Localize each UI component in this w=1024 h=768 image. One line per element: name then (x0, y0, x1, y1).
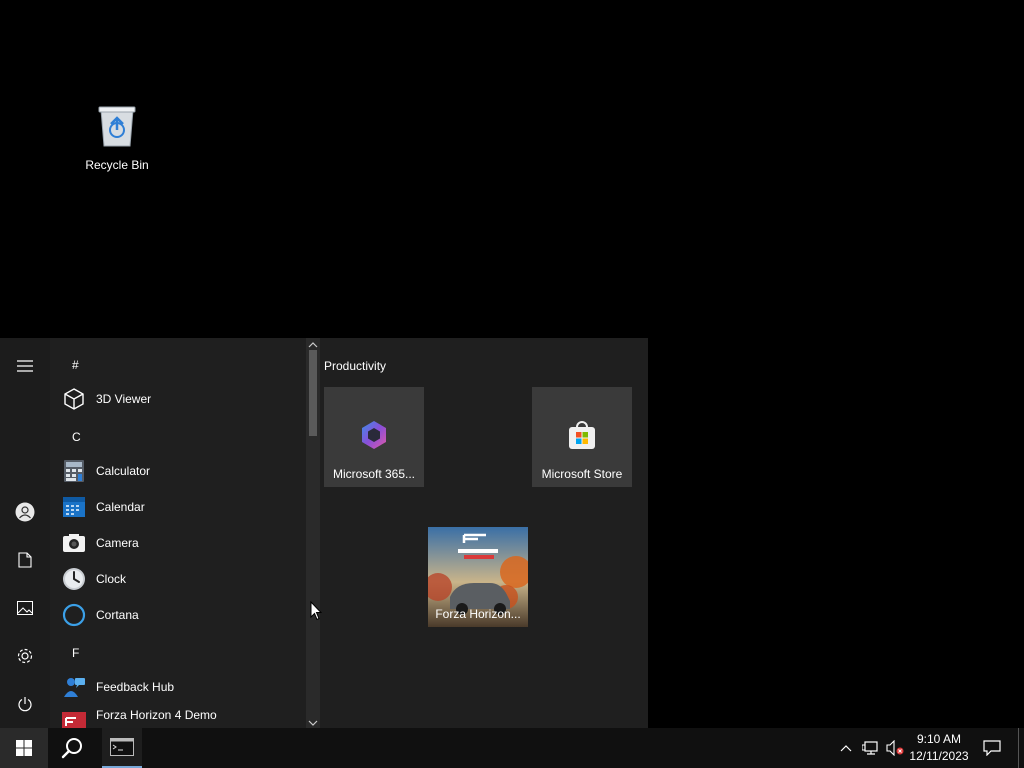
desktop-icon-recycle-bin[interactable]: Recycle Bin (80, 104, 154, 172)
app-name: Camera (96, 536, 139, 550)
hamburger-menu-icon (17, 360, 33, 372)
recycle-bin-icon (97, 104, 137, 148)
letter-header-f[interactable]: F (72, 643, 79, 663)
power-icon (18, 697, 32, 712)
app-list: # 3D Viewer C Calculator Calendar Camera… (50, 338, 306, 728)
search-button[interactable] (48, 728, 96, 768)
app-forza-horizon-4-demo[interactable]: Forza Horizon 4 Demo (62, 706, 302, 728)
power-button[interactable] (0, 684, 50, 724)
taskbar: 9:10 AM 12/11/2023 (0, 728, 1024, 768)
feedback-hub-icon (62, 675, 86, 699)
app-name: Feedback Hub (96, 680, 175, 694)
start-button[interactable] (0, 728, 48, 768)
user-account-button[interactable] (0, 492, 50, 532)
tile-label: Microsoft Store (541, 467, 623, 481)
scroll-thumb[interactable] (309, 350, 317, 436)
tile-label: Forza Horizon... (435, 607, 521, 621)
app-camera[interactable]: Camera (62, 527, 302, 559)
mouse-cursor-icon (310, 601, 322, 621)
clock-time: 9:10 AM (916, 732, 962, 746)
clock-icon (62, 567, 86, 591)
documents-button[interactable] (0, 540, 50, 580)
microsoft-365-icon (358, 419, 390, 451)
windows-logo-icon (16, 740, 32, 756)
pictures-button[interactable] (0, 588, 50, 628)
microsoft-store-icon (566, 419, 598, 451)
network-icon (862, 741, 878, 755)
app-cortana[interactable]: Cortana (62, 599, 302, 631)
pictures-icon (17, 601, 33, 615)
tile-microsoft-365[interactable]: Microsoft 365... (324, 387, 424, 487)
cortana-icon (62, 603, 86, 627)
scroll-down-button[interactable] (306, 716, 320, 728)
app-name: Cortana (96, 608, 139, 622)
tile-forza-horizon[interactable]: Forza Horizon... (428, 527, 528, 627)
app-calendar[interactable]: Calendar (62, 491, 302, 523)
tile-label: Microsoft 365... (332, 467, 416, 481)
show-hidden-icons-button[interactable] (838, 728, 854, 768)
3d-viewer-icon (62, 387, 86, 411)
notification-icon (983, 740, 1001, 756)
camera-icon (62, 531, 86, 555)
app-name: Calculator (96, 464, 151, 478)
app-clock[interactable]: Clock (62, 563, 302, 595)
recycle-bin-label: Recycle Bin (85, 158, 149, 172)
start-menu: # 3D Viewer C Calculator Calendar Camera… (0, 338, 648, 728)
expand-menu-button[interactable] (0, 346, 50, 386)
letter-header-c[interactable]: C (72, 427, 81, 447)
app-list-scrollbar[interactable] (306, 338, 320, 728)
tiles-area: Productivity Microsoft 365... Microsoft … (320, 338, 648, 728)
calendar-icon (62, 495, 86, 519)
taskbar-clock[interactable]: 9:10 AM 12/11/2023 (904, 731, 974, 765)
forza-icon (62, 708, 86, 728)
start-rail (0, 338, 50, 728)
calculator-icon (62, 459, 86, 483)
command-prompt-icon (110, 738, 134, 756)
volume-button[interactable] (884, 728, 906, 768)
tile-group-title[interactable]: Productivity (324, 359, 386, 373)
letter-header-hash[interactable]: # (72, 355, 79, 375)
app-name: Clock (96, 572, 127, 586)
show-desktop-button[interactable] (1018, 728, 1024, 768)
action-center-button[interactable] (980, 728, 1004, 768)
app-calculator[interactable]: Calculator (62, 455, 302, 487)
user-account-icon (15, 502, 35, 522)
tile-microsoft-store[interactable]: Microsoft Store (532, 387, 632, 487)
scroll-up-button[interactable] (306, 338, 320, 350)
documents-icon (18, 552, 32, 568)
clock-date: 12/11/2023 (909, 749, 969, 763)
app-3d-viewer[interactable]: 3D Viewer (62, 383, 302, 415)
app-feedback-hub[interactable]: Feedback Hub (62, 671, 302, 703)
app-name: Forza Horizon 4 Demo (96, 708, 217, 722)
network-button[interactable] (860, 728, 882, 768)
search-icon (61, 738, 82, 759)
app-name: Calendar (96, 500, 145, 514)
chevron-up-icon (840, 745, 852, 752)
settings-button[interactable] (0, 636, 50, 676)
taskbar-app-terminal[interactable] (102, 728, 142, 768)
app-name: 3D Viewer (96, 392, 152, 406)
volume-muted-icon (886, 740, 904, 756)
settings-icon (17, 648, 33, 664)
